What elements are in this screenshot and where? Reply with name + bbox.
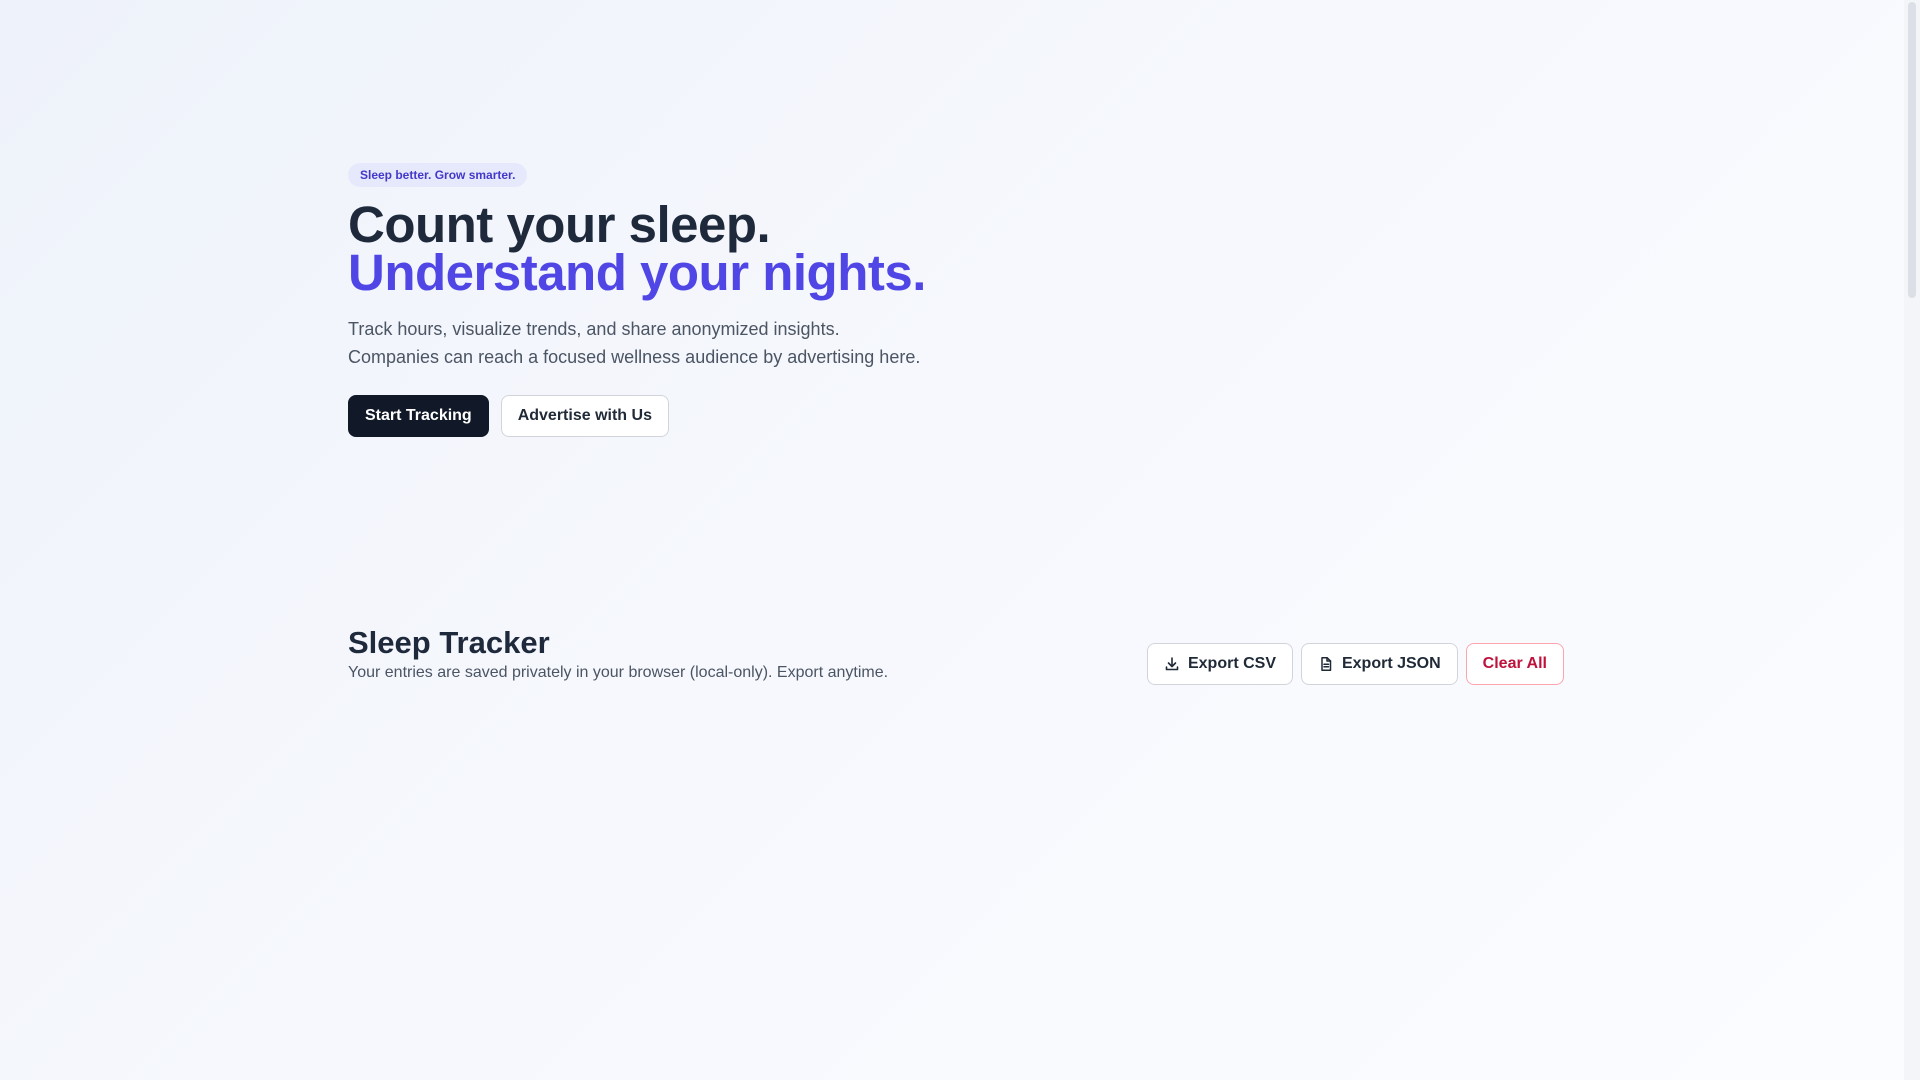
hero-title-line1: Count your sleep. <box>348 196 771 253</box>
tracker-actions: Export CSV Export JSON Clear All <box>1146 643 1564 685</box>
hero-section: Sleep better. Grow smarter. Count your s… <box>348 163 968 437</box>
hero-actions: Start Tracking Advertise with Us <box>348 395 968 437</box>
hero-description: Track hours, visualize trends, and share… <box>348 319 921 367</box>
tracker-section: Sleep Tracker Your entries are saved pri… <box>348 624 1564 688</box>
download-icon <box>1164 656 1180 672</box>
tagline-badge: Sleep better. Grow smarter. <box>348 163 528 187</box>
document-icon <box>1318 656 1334 672</box>
advertise-button[interactable]: Advertise with Us <box>500 395 669 437</box>
vertical-scrollbar[interactable] <box>1904 0 1920 1080</box>
scrollbar-thumb[interactable] <box>1908 2 1916 298</box>
start-tracking-button[interactable]: Start Tracking <box>348 395 489 437</box>
export-csv-button[interactable]: Export CSV <box>1146 643 1293 685</box>
export-csv-label: Export CSV <box>1187 655 1276 672</box>
hero-title: Count your sleep. Understand your nights… <box>348 196 968 301</box>
clear-all-button[interactable]: Clear All <box>1465 643 1564 685</box>
export-json-label: Export JSON <box>1341 655 1441 672</box>
page: Sleep better. Grow smarter. Count your s… <box>0 0 1920 1080</box>
export-json-button[interactable]: Export JSON <box>1300 643 1458 685</box>
hero-title-line2: Understand your nights. <box>348 244 926 301</box>
